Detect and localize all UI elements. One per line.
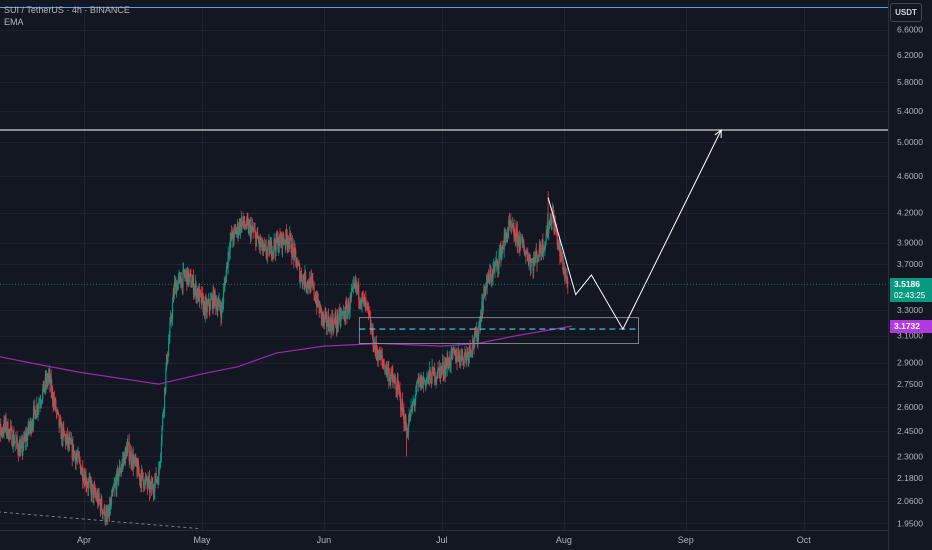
price-tick-label: 3.3000 xyxy=(897,305,923,315)
candle-body xyxy=(350,291,353,297)
candle-body xyxy=(255,236,257,246)
chart-legend: SUI / TetherUS · 4h · BINANCE EMA xyxy=(4,4,130,28)
price-tick-label: 1.9500 xyxy=(897,518,923,528)
time-tick-label: Jul xyxy=(436,535,448,545)
candle-body xyxy=(101,498,103,510)
price-tick-label: 3.9000 xyxy=(897,238,923,248)
candle-body xyxy=(482,298,484,312)
symbol-title[interactable]: SUI / TetherUS · 4h · BINANCE xyxy=(4,4,130,16)
price-tick-label: 2.3000 xyxy=(897,451,923,461)
candle-body xyxy=(168,343,170,356)
candle-body xyxy=(367,306,370,312)
candle-body xyxy=(301,273,303,281)
candle-body xyxy=(438,367,440,370)
candle-body xyxy=(179,275,181,283)
price-tick-label: 2.0600 xyxy=(897,496,923,506)
time-tick-label: Apr xyxy=(77,535,91,545)
candle-body xyxy=(295,249,297,258)
last-price-value: 3.5186 xyxy=(894,279,920,289)
time-tick-label: Jun xyxy=(317,535,332,545)
ema-value-tag: 3.1732 xyxy=(890,320,932,333)
candle-body xyxy=(269,245,271,255)
candle-body xyxy=(171,302,174,319)
indicator-label[interactable]: EMA xyxy=(4,16,130,28)
price-tick-label: 6.2000 xyxy=(897,50,923,60)
candle-body xyxy=(223,289,225,303)
time-tick-label: May xyxy=(193,535,211,545)
time-tick-label: Sep xyxy=(678,535,694,545)
price-tick-label: 5.0000 xyxy=(897,137,923,147)
candle-body xyxy=(57,410,59,412)
price-tick-label: 4.2000 xyxy=(897,208,923,218)
candle-body xyxy=(79,459,81,465)
price-tick-label: 6.6000 xyxy=(897,25,923,35)
candle-body xyxy=(110,495,113,504)
candle-body xyxy=(313,284,315,297)
candle-body xyxy=(91,484,94,486)
time-tick-label: Oct xyxy=(797,535,812,545)
candle-body xyxy=(381,355,383,361)
price-tick-label: 2.7500 xyxy=(897,379,923,389)
candle-body xyxy=(548,228,550,234)
candle-body xyxy=(217,301,219,307)
price-tick-label: 2.1800 xyxy=(897,473,923,483)
candle-body xyxy=(118,474,120,482)
price-tick-label: 2.9000 xyxy=(897,358,923,368)
candle-body xyxy=(209,299,212,310)
price-tick-label: 5.8000 xyxy=(897,77,923,87)
time-tick-label: Aug xyxy=(556,535,572,545)
price-tick-label: 2.6000 xyxy=(897,402,923,412)
candle-body xyxy=(142,472,144,480)
price-tick-label: 2.4500 xyxy=(897,426,923,436)
candle-body xyxy=(358,283,360,301)
candle-body xyxy=(461,349,463,359)
candle-body xyxy=(129,457,131,461)
candle-body xyxy=(530,261,532,268)
bar-countdown: 02:43:25 xyxy=(894,291,926,300)
candle-body xyxy=(320,305,322,308)
price-tick-label: 4.6000 xyxy=(897,171,923,181)
last-price-tag: 3.5186 02:43:25 xyxy=(890,278,932,302)
candle-body xyxy=(400,394,402,410)
price-tick-label: 3.7000 xyxy=(897,259,923,269)
candle-body xyxy=(38,403,40,409)
candle-body xyxy=(556,232,558,246)
candle-body xyxy=(141,470,143,473)
candle-body xyxy=(105,511,107,521)
candle-body xyxy=(165,368,167,389)
candle-body xyxy=(169,323,171,337)
currency-badge[interactable]: USDT xyxy=(890,3,922,22)
price-tick-label: 5.4000 xyxy=(897,106,923,116)
candle-body xyxy=(57,412,59,415)
chart-root: 6.6000 6.2000 5.8000 5.4000 5.0000 4.6000 4.20… xyxy=(0,0,932,550)
candle-body xyxy=(478,326,480,337)
price-chart[interactable]: 6.6000 6.2000 5.8000 5.4000 5.0000 4.6000 4.20… xyxy=(0,0,932,550)
